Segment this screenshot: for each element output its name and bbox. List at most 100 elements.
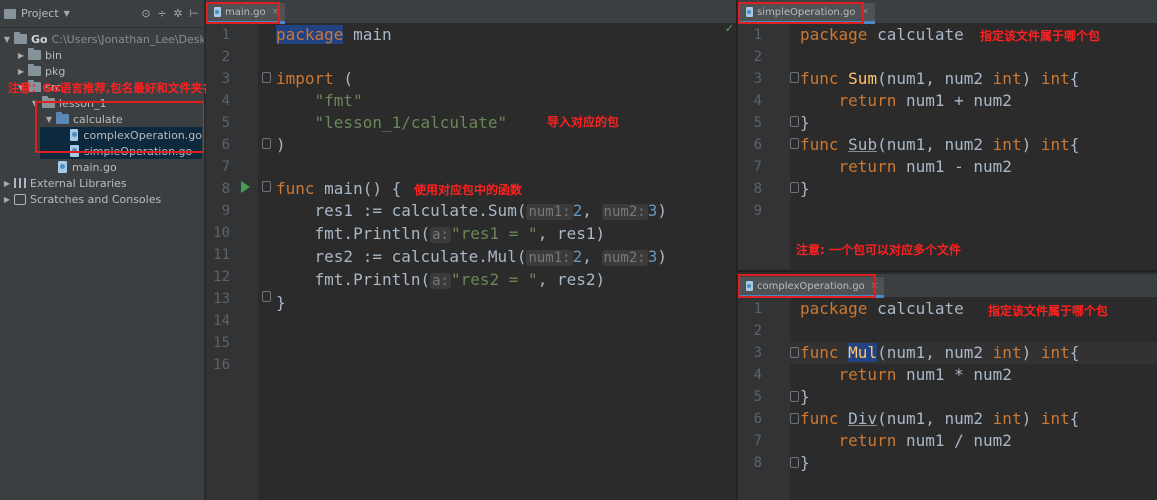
func-keyword: func bbox=[276, 179, 315, 198]
close-icon[interactable]: × bbox=[871, 281, 879, 291]
hide-icon[interactable]: ⊢ bbox=[188, 7, 200, 20]
code-line-6: func Sub(num1, num2 int) int{ bbox=[800, 134, 1079, 156]
tree-item-main[interactable]: main.go bbox=[56, 159, 117, 175]
close-icon[interactable]: × bbox=[272, 7, 280, 17]
annotation-complex-package: 指定该文件属于哪个包 bbox=[988, 304, 1109, 318]
editor-simple-operation[interactable]: simpleOperation.go × 1 2 3 4 5 6 7 8 9 package c… bbox=[738, 0, 1157, 272]
expand-arrow-icon[interactable]: ▶ bbox=[16, 67, 26, 76]
expand-arrow-icon[interactable]: ▶ bbox=[16, 51, 26, 60]
package-keyword: package bbox=[800, 25, 868, 44]
tree-item-simple[interactable]: simpleOperation.go bbox=[40, 143, 202, 159]
params: (num1, num2 bbox=[877, 409, 993, 428]
locate-icon[interactable]: ⊙ bbox=[140, 7, 152, 20]
settings-icon[interactable]: ✲ bbox=[172, 7, 184, 20]
tree-item-calculate[interactable]: ▼ calculate bbox=[44, 111, 123, 127]
code-line-8: } bbox=[800, 178, 1079, 200]
tree-item-lesson[interactable]: ▼ lesson_1 bbox=[30, 95, 107, 111]
expand-arrow-icon[interactable]: ▶ bbox=[2, 195, 12, 204]
return-type: int bbox=[1040, 135, 1070, 154]
fold-icon[interactable] bbox=[790, 182, 799, 193]
tab-simple-operation[interactable]: simpleOperation.go × bbox=[740, 3, 875, 24]
func-name-div: Div bbox=[848, 409, 878, 428]
fold-icon[interactable] bbox=[790, 413, 799, 424]
params: (num1, num2 bbox=[877, 69, 993, 88]
project-title: Project bbox=[21, 7, 59, 20]
package-folder-icon bbox=[56, 112, 69, 124]
project-header[interactable]: Project ▼ ⊙ ÷ ✲ ⊢ bbox=[0, 0, 204, 28]
expand-arrow-icon[interactable]: ▼ bbox=[2, 35, 12, 44]
line-number: 8 bbox=[753, 455, 762, 471]
param-hint: a: bbox=[430, 227, 451, 243]
tab-complex-operation[interactable]: complexOperation.go × bbox=[740, 277, 885, 298]
editor-main-go[interactable]: main.go × ✓ 1 2 3 4 5 6 7 8 9 10 11 12 13 14 15 16 pack… bbox=[206, 0, 737, 500]
run-icon[interactable] bbox=[241, 181, 250, 193]
collapse-icon[interactable]: ÷ bbox=[156, 7, 168, 20]
params-close: ) bbox=[1021, 343, 1041, 362]
func-keyword: func bbox=[800, 409, 839, 428]
close-brace: } bbox=[800, 453, 810, 472]
tree-item-external-libraries[interactable]: ▶ External Libraries bbox=[2, 175, 127, 191]
code-line-3: func Sum(num1, num2 int) int{ bbox=[800, 68, 1079, 90]
fold-icon[interactable] bbox=[790, 457, 799, 468]
go-file-icon bbox=[58, 161, 67, 173]
tree-label-lesson: lesson_1 bbox=[59, 96, 107, 110]
tab-label-main: main.go bbox=[225, 6, 266, 18]
tree-item-complex[interactable]: complexOperation.go bbox=[40, 127, 202, 143]
brace-open: { bbox=[1069, 69, 1080, 88]
code-main[interactable]: package main import ( "fmt" "lesson_1/ca… bbox=[276, 24, 667, 314]
string-literal: "res2 = " bbox=[450, 270, 538, 289]
tab-label-complex: complexOperation.go bbox=[757, 280, 865, 292]
line-number: 7 bbox=[221, 159, 230, 175]
close-paren: ) bbox=[657, 201, 667, 220]
tab-bar-simple: simpleOperation.go × bbox=[738, 0, 1157, 24]
res1-call: res1 := calculate.Sum( bbox=[314, 201, 527, 220]
folder-icon bbox=[28, 64, 41, 76]
tree-label-bin: bin bbox=[45, 48, 63, 62]
fold-icon[interactable] bbox=[790, 391, 799, 402]
params-close: ) bbox=[1021, 409, 1041, 428]
tree-label-complex: complexOperation.go bbox=[83, 128, 202, 142]
fold-icon[interactable] bbox=[262, 138, 271, 149]
fold-icon[interactable] bbox=[790, 138, 799, 149]
line-number: 8 bbox=[753, 181, 762, 197]
close-icon[interactable]: × bbox=[861, 7, 869, 17]
expand-arrow-icon[interactable]: ▼ bbox=[44, 115, 54, 124]
inspection-ok-icon: ✓ bbox=[724, 22, 734, 35]
number-literal: 3 bbox=[647, 201, 658, 220]
tree-label-go: Go bbox=[31, 32, 48, 46]
tree-item-pkg[interactable]: ▶ pkg bbox=[16, 63, 65, 79]
number-literal: 2 bbox=[572, 201, 583, 220]
tree-label-simple: simpleOperation.go bbox=[84, 144, 193, 158]
package-name: calculate bbox=[867, 299, 964, 318]
fold-icon[interactable] bbox=[790, 116, 799, 127]
code-line-3: func Mul(num1, num2 int) int{ bbox=[800, 342, 1079, 364]
line-number: 16 bbox=[213, 357, 230, 373]
tree-item-go[interactable]: ▼ Go C:\Users\Jonathan_Lee\Desktop\Go bbox=[2, 31, 205, 47]
line-number: 1 bbox=[753, 301, 762, 317]
string-literal: "res1 = " bbox=[450, 224, 538, 243]
folder-icon bbox=[4, 8, 16, 19]
line-number: 8 bbox=[221, 181, 230, 197]
code-simple[interactable]: package calculate func Sum(num1, num2 in… bbox=[800, 24, 1079, 200]
root-path: C:\Users\Jonathan_Lee\Desktop\Go bbox=[51, 32, 205, 46]
editor-complex-operation[interactable]: complexOperation.go × 1 2 3 4 5 6 7 8 package c… bbox=[738, 274, 1157, 500]
tree-item-bin[interactable]: ▶ bin bbox=[16, 47, 62, 63]
tree-label-external: External Libraries bbox=[30, 176, 127, 190]
fold-icon[interactable] bbox=[790, 347, 799, 358]
gutter-main: 1 2 3 4 5 6 7 8 9 10 11 12 13 14 15 16 bbox=[206, 24, 258, 500]
code-line-6: func Div(num1, num2 int) int{ bbox=[800, 408, 1079, 430]
go-file-icon bbox=[746, 7, 753, 17]
tree-item-scratches[interactable]: ▶ Scratches and Consoles bbox=[2, 191, 161, 207]
package-keyword: package bbox=[800, 299, 868, 318]
fold-icon[interactable] bbox=[790, 72, 799, 83]
tab-main-go[interactable]: main.go × bbox=[208, 3, 286, 24]
fold-icon[interactable] bbox=[262, 181, 271, 192]
fold-icon[interactable] bbox=[262, 291, 271, 302]
code-line-10: fmt.Println(a: "res1 = ", res1) bbox=[276, 223, 667, 246]
expand-arrow-icon[interactable]: ▼ bbox=[30, 99, 40, 108]
expand-arrow-icon[interactable]: ▶ bbox=[2, 179, 12, 188]
code-complex[interactable]: package calculate func Mul(num1, num2 in… bbox=[800, 298, 1079, 474]
dropdown-caret-icon[interactable]: ▼ bbox=[64, 9, 70, 18]
fold-icon[interactable] bbox=[262, 72, 271, 83]
